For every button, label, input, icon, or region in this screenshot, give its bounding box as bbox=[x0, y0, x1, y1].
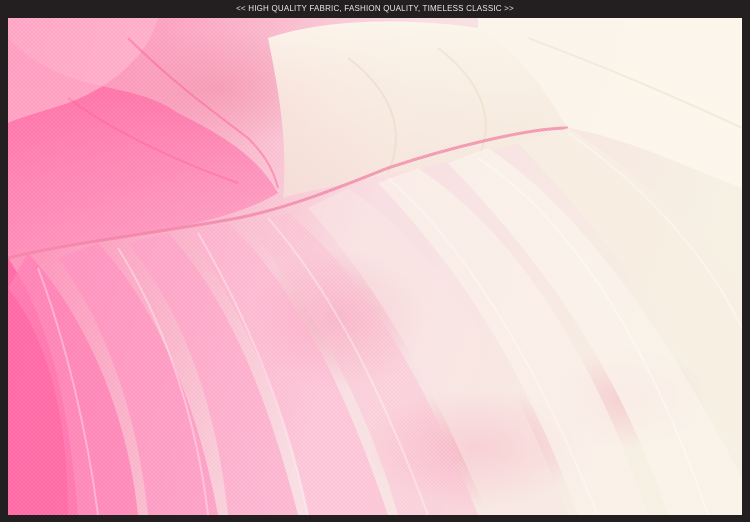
tulle-skirt-photo bbox=[8, 18, 742, 515]
product-image-frame: << HIGH QUALITY FABRIC, FASHION QUALITY,… bbox=[0, 0, 750, 522]
tulle-fabric-illustration bbox=[8, 18, 742, 515]
quality-banner: << HIGH QUALITY FABRIC, FASHION QUALITY,… bbox=[236, 3, 514, 13]
